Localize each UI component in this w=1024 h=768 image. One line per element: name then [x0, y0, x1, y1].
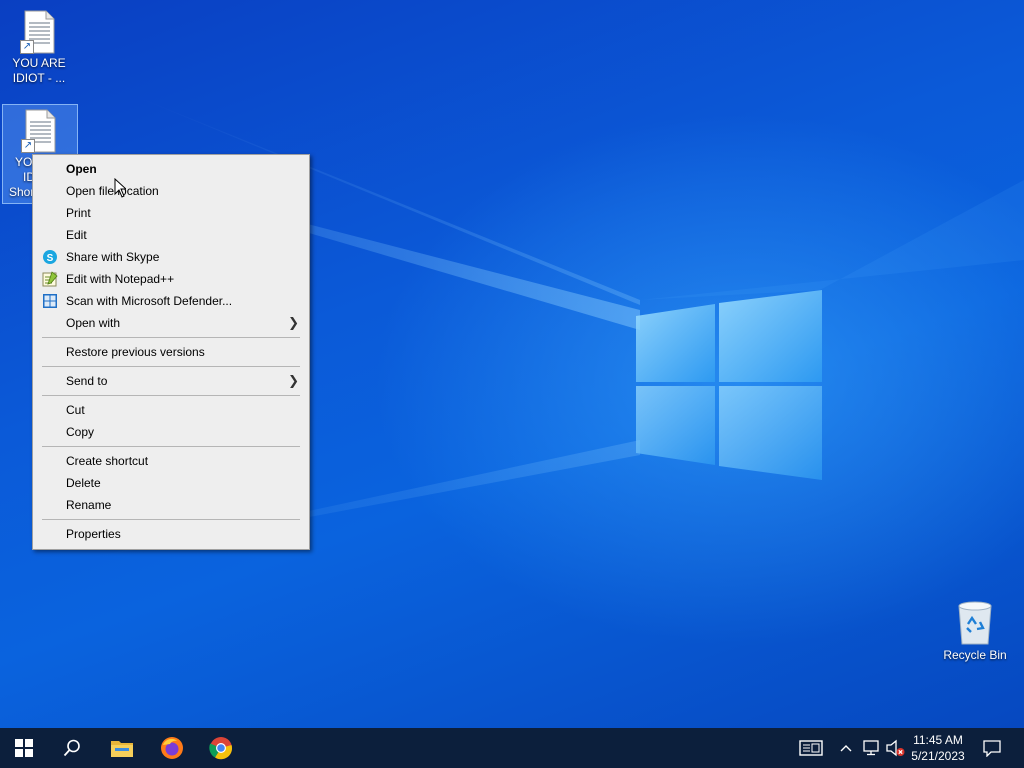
firefox-icon — [161, 737, 183, 759]
start-icon — [15, 739, 33, 757]
clock[interactable]: 11:45 AM 5/21/2023 — [906, 732, 970, 764]
menu-item-open[interactable]: Open — [33, 158, 309, 180]
menu-separator — [42, 519, 300, 520]
menu-separator — [42, 446, 300, 447]
search-icon — [63, 739, 80, 757]
desktop[interactable]: ↗ YOU ARE IDIOT - ... ↗ YO ID Shor Recyc… — [0, 0, 1024, 728]
action-center-button[interactable] — [978, 728, 1006, 768]
windows-logo-wallpaper — [636, 290, 822, 480]
show-hidden-icons-button[interactable] — [836, 728, 856, 768]
text-document-icon: ↗ — [21, 109, 57, 153]
volume-button[interactable] — [884, 728, 906, 768]
text-document-icon: ↗ — [20, 10, 56, 54]
menu-item-restore-previous-versions[interactable]: Restore previous versions — [33, 341, 309, 363]
mouse-cursor-icon — [114, 178, 126, 198]
menu-item-create-shortcut[interactable]: Create shortcut — [33, 450, 309, 472]
menu-item-copy[interactable]: Copy — [33, 421, 309, 443]
menu-item-properties[interactable]: Properties — [33, 523, 309, 545]
menu-item-rename[interactable]: Rename — [33, 494, 309, 516]
file-explorer-button[interactable] — [98, 728, 146, 768]
recycle-bin-label: Recycle Bin — [943, 648, 1007, 662]
menu-item-scan-with-defender[interactable]: Scan with Microsoft Defender... — [33, 290, 309, 312]
file-explorer-icon — [111, 741, 133, 757]
menu-separator — [42, 395, 300, 396]
chrome-icon — [209, 737, 233, 760]
menu-item-print[interactable]: Print — [33, 202, 309, 224]
menu-item-label: Edit with Notepad++ — [66, 272, 175, 286]
chevron-up-icon — [840, 745, 852, 752]
menu-item-label: Send to — [66, 374, 108, 388]
clock-time: 11:45 AM — [913, 733, 963, 747]
menu-item-cut[interactable]: Cut — [33, 399, 309, 421]
menu-item-share-with-skype[interactable]: S Share with Skype — [33, 246, 309, 268]
notification-icon — [983, 740, 1001, 757]
search-button[interactable] — [48, 728, 96, 768]
menu-item-open-file-location[interactable]: Open file location — [33, 180, 309, 202]
svg-text:S: S — [47, 253, 54, 264]
shortcut-arrow-icon: ↗ — [20, 40, 34, 54]
context-menu: Open Open file location Print Edit S Sha… — [32, 154, 310, 550]
menu-item-label: Open with — [66, 316, 121, 330]
defender-icon — [43, 294, 57, 308]
taskbar: 11:45 AM 5/21/2023 — [0, 728, 1024, 768]
news-button[interactable] — [794, 728, 828, 768]
menu-separator — [42, 337, 300, 338]
menu-item-open-with[interactable]: Open with ❯ — [33, 312, 309, 334]
skype-icon: S — [43, 250, 57, 264]
volume-muted-icon — [886, 739, 905, 757]
network-button[interactable] — [860, 728, 882, 768]
notepadpp-icon — [42, 271, 58, 287]
recycle-bin-icon — [955, 600, 995, 646]
chevron-right-icon: ❯ — [288, 315, 299, 330]
clock-date: 5/21/2023 — [911, 749, 965, 763]
network-icon — [863, 740, 879, 756]
shortcut-arrow-icon: ↗ — [21, 139, 35, 153]
desktop-shortcut-you-are-idiot[interactable]: ↗ YOU ARE IDIOT - ... — [2, 6, 76, 90]
chrome-button[interactable] — [197, 728, 245, 768]
menu-item-edit-with-notepadpp[interactable]: Edit with Notepad++ — [33, 268, 309, 290]
chevron-right-icon: ❯ — [288, 373, 299, 388]
menu-item-edit[interactable]: Edit — [33, 224, 309, 246]
firefox-button[interactable] — [148, 728, 196, 768]
desktop-recycle-bin[interactable]: Recycle Bin — [938, 600, 1012, 663]
news-icon — [799, 740, 823, 756]
menu-item-delete[interactable]: Delete — [33, 472, 309, 494]
start-button[interactable] — [0, 728, 48, 768]
desktop-icon-label: YOU ARE IDIOT - ... — [12, 56, 66, 85]
menu-item-label: Scan with Microsoft Defender... — [66, 294, 233, 308]
menu-separator — [42, 366, 300, 367]
menu-item-label: Share with Skype — [66, 250, 160, 264]
menu-item-send-to[interactable]: Send to ❯ — [33, 370, 309, 392]
